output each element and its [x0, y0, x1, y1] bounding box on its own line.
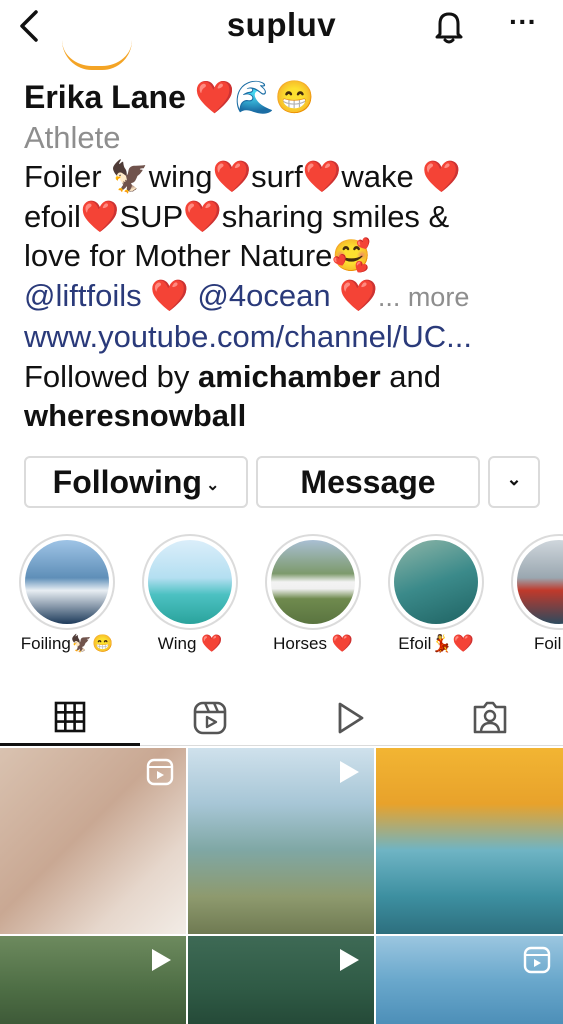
bio-line: Foiler 🦅wing❤️surf❤️wake ❤️: [24, 159, 461, 194]
profile-name: Erika Lane ❤️🌊😁: [24, 79, 315, 115]
highlight-thumbnail: [517, 540, 563, 624]
website-link[interactable]: www.youtube.com/channel/UC...: [24, 317, 554, 357]
profile-category: Athlete: [24, 119, 121, 155]
posts-grid: [0, 748, 563, 1024]
bio-line: love for Mother Nature🥰: [24, 238, 372, 273]
following-label: Following: [52, 463, 202, 500]
story-highlights: Foiling🦅😁 Wing ❤️ Horses ❤️ Efoil💃❤️ Foi…: [0, 534, 563, 664]
following-button[interactable]: Following ⌄: [24, 456, 248, 508]
post-thumbnail[interactable]: [188, 748, 374, 934]
tab-posts[interactable]: [0, 690, 140, 746]
play-icon: [340, 761, 359, 783]
tab-tagged[interactable]: [420, 690, 560, 746]
highlight-label: Efoil💃❤️: [398, 634, 474, 653]
follower-link[interactable]: amichamber: [198, 359, 381, 394]
tab-reels[interactable]: [140, 690, 280, 746]
bio-line: efoil❤️SUP❤️sharing smiles &: [24, 198, 450, 234]
followed-by-label: Followed by: [24, 358, 199, 394]
bell-icon[interactable]: [430, 6, 468, 46]
profile-actions: Following ⌄ Message ⌄: [24, 456, 540, 508]
chevron-down-icon: ⌄: [205, 477, 220, 494]
post-thumbnail[interactable]: [0, 748, 186, 934]
grid-icon: [54, 701, 86, 732]
highlight-ring: [388, 534, 484, 630]
bio-mentions[interactable]: @liftfoils ❤️ @4ocean ❤️: [24, 278, 378, 313]
highlight-ring: [265, 534, 361, 630]
reels-icon: [193, 701, 227, 735]
highlight-foiling[interactable]: Foiling🦅😁: [8, 534, 126, 654]
highlight-label: Foiling🦅😁: [20, 634, 114, 653]
suggested-dropdown-button[interactable]: ⌄: [488, 456, 540, 508]
play-icon: [338, 702, 364, 734]
post-thumbnail[interactable]: [376, 936, 563, 1024]
tab-videos[interactable]: [280, 690, 420, 746]
message-label: Message: [300, 463, 436, 500]
post-thumbnail[interactable]: [0, 936, 186, 1024]
profile-handle: supluv: [226, 6, 337, 43]
profile-tabs: [0, 690, 563, 746]
more-link[interactable]: ... more: [378, 282, 470, 312]
highlight-label: Wing ❤️: [157, 634, 223, 653]
follower-link[interactable]: wheresnowball: [24, 398, 246, 433]
highlight-wing[interactable]: Wing ❤️: [131, 534, 249, 654]
play-icon: [340, 949, 359, 971]
highlight-thumbnail: [394, 540, 478, 624]
tagged-icon: [473, 701, 507, 734]
highlight-foil-fail[interactable]: Foil fai: [500, 534, 563, 654]
highlight-ring: [19, 534, 115, 630]
chevron-down-icon: ⌄: [506, 468, 522, 489]
reels-icon: [523, 946, 551, 974]
post-thumbnail[interactable]: [376, 748, 563, 934]
highlight-thumbnail: [271, 540, 355, 624]
highlight-efoil[interactable]: Efoil💃❤️: [377, 534, 495, 654]
reels-icon: [146, 758, 174, 786]
highlight-thumbnail: [148, 540, 232, 624]
highlight-label: Foil fai: [533, 634, 563, 653]
avatar[interactable]: [62, 40, 132, 70]
highlight-label: Horses ❤️: [273, 634, 353, 653]
profile-bio: Erika Lane ❤️🌊😁 Athlete Foiler 🦅wing❤️su…: [24, 78, 554, 436]
followed-by-and: and: [380, 358, 442, 394]
play-icon: [152, 949, 171, 971]
highlight-thumbnail: [25, 540, 109, 624]
more-options-icon[interactable]: ···: [505, 4, 541, 44]
post-thumbnail[interactable]: [188, 936, 374, 1024]
highlight-ring: [511, 534, 563, 630]
highlight-horses[interactable]: Horses ❤️: [254, 534, 372, 654]
message-button[interactable]: Message: [256, 456, 480, 508]
highlight-ring: [142, 534, 238, 630]
